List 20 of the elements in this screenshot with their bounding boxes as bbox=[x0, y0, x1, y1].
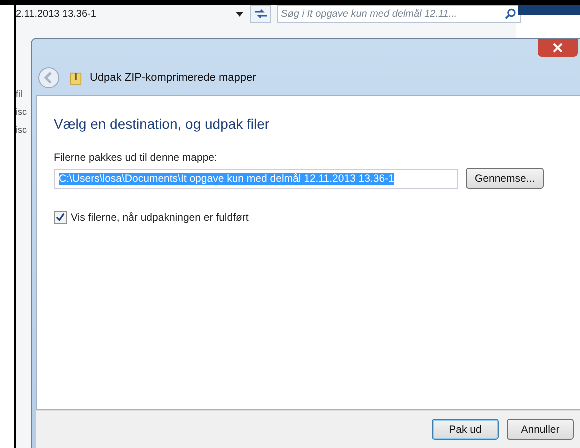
close-button[interactable] bbox=[538, 39, 578, 57]
sidebar-text: fil bbox=[16, 89, 24, 100]
field-label: Filerne pakkes ud til denne mappe: bbox=[54, 152, 218, 164]
dialog-heading: Vælg en destination, og udpak filer bbox=[54, 116, 271, 132]
zip-folder-icon bbox=[70, 70, 82, 86]
dialog-title: Udpak ZIP-komprimerede mapper bbox=[90, 72, 256, 84]
window-edge bbox=[518, 5, 580, 15]
dropdown-arrow-icon[interactable] bbox=[236, 12, 244, 16]
dialog-button[interactable]: Annuller bbox=[507, 419, 574, 440]
checkbox[interactable] bbox=[54, 211, 67, 224]
close-icon bbox=[553, 43, 563, 53]
checkbox-label: Vis filerne, når udpakningen er fuldført bbox=[71, 212, 249, 224]
sidebar-text: isc bbox=[16, 107, 27, 118]
browse-button[interactable]: Gennemse... bbox=[466, 168, 544, 189]
refresh-icon bbox=[254, 9, 268, 19]
refresh-button[interactable] bbox=[250, 5, 272, 23]
dialog-button[interactable]: Pak ud bbox=[432, 419, 499, 440]
search-field[interactable]: Søg i It opgave kun med delmål 12.11... bbox=[277, 5, 520, 23]
address-bar[interactable]: 2.11.2013 13.36-1 bbox=[16, 8, 236, 20]
sidebar-text: isc bbox=[16, 125, 27, 136]
